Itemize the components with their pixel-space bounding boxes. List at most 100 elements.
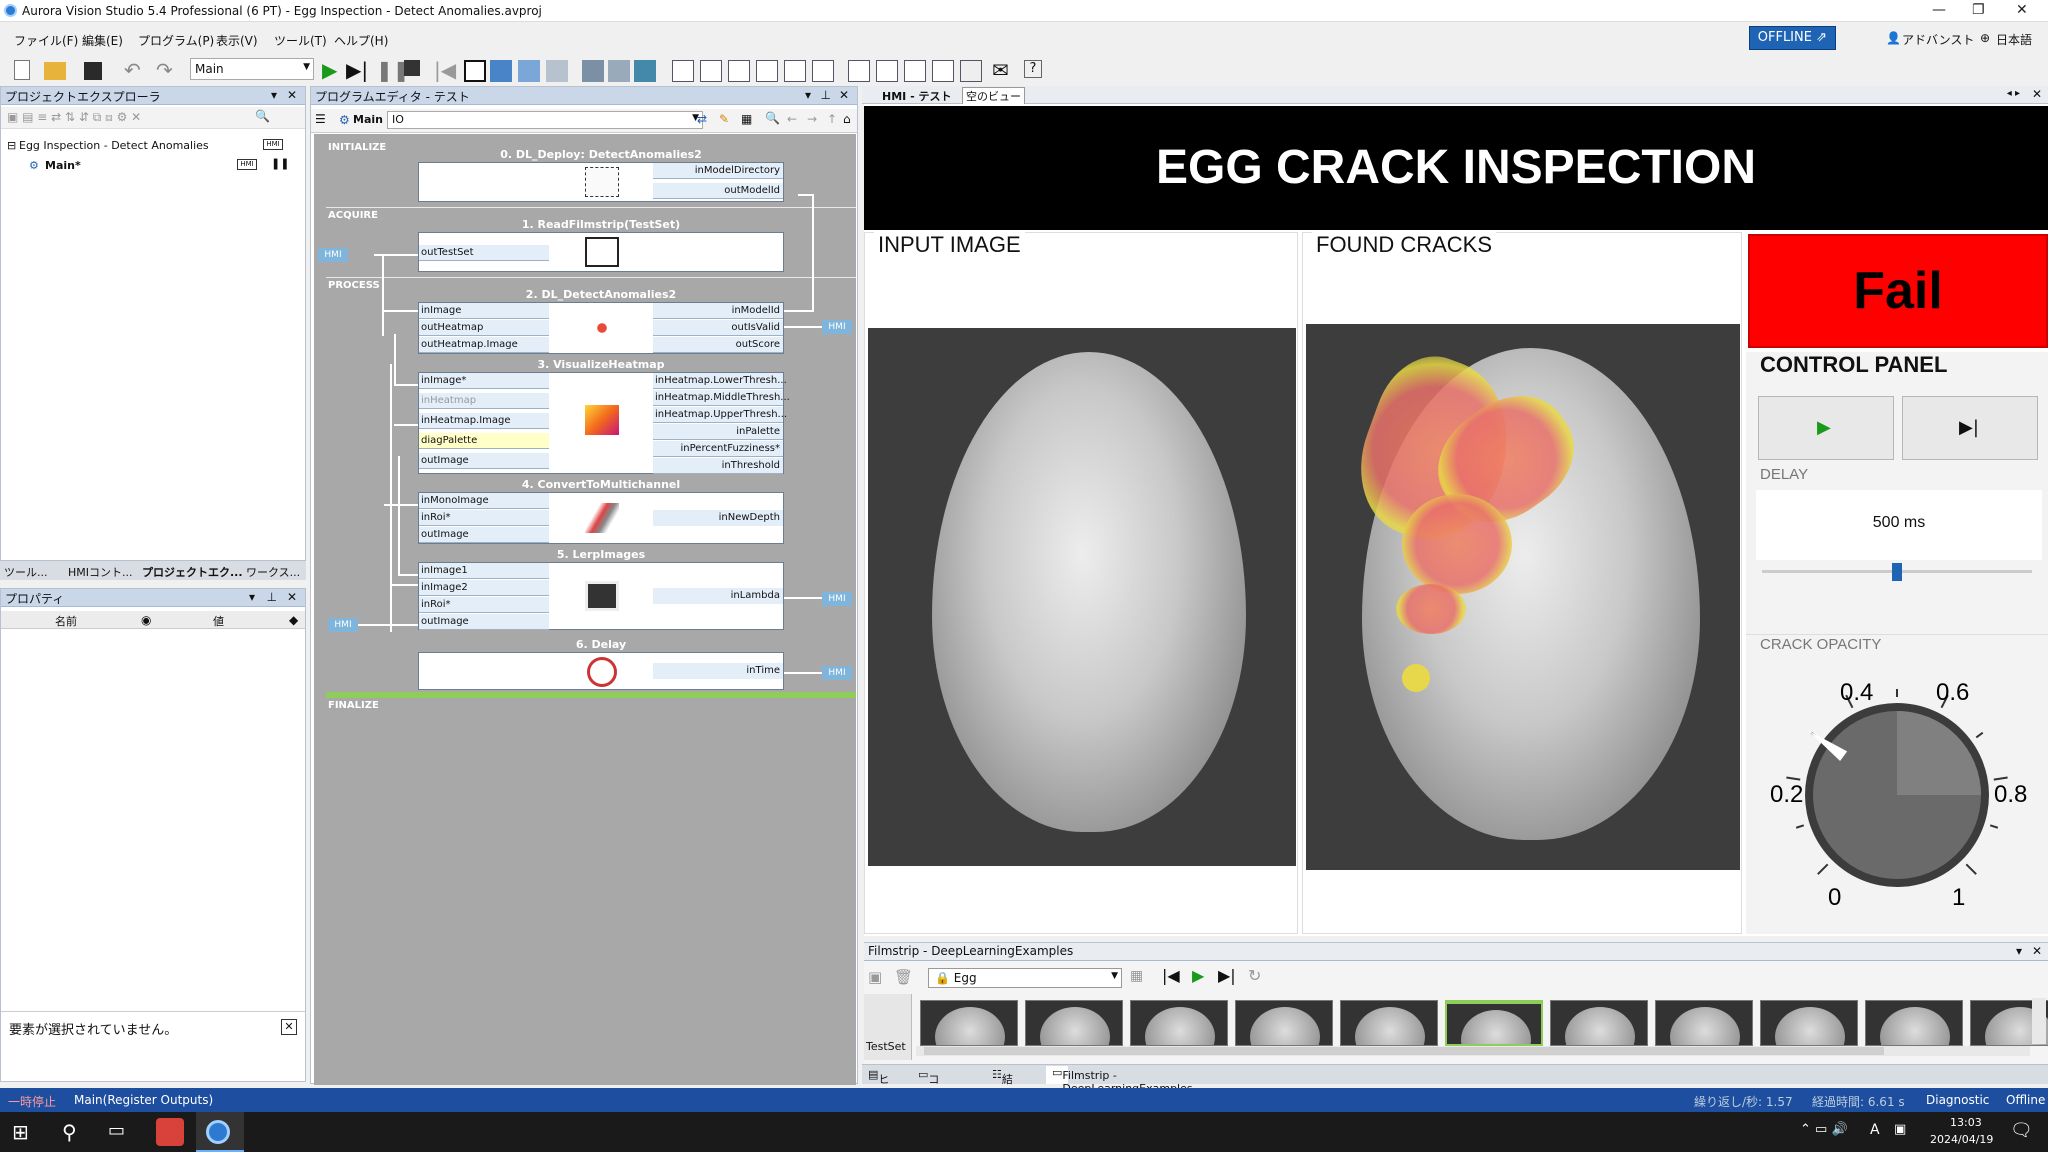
port-out-heatmap-image[interactable]: outHeatmap.Image: [419, 337, 549, 353]
restore-icon[interactable]: ❐: [1972, 2, 1985, 18]
status-diagnostic[interactable]: Diagnostic: [1926, 1093, 1989, 1107]
explorer-search-icon[interactable]: 🔍: [255, 109, 270, 123]
save-icon[interactable]: [84, 62, 102, 80]
iterate-icon[interactable]: ▶|: [346, 58, 368, 82]
properties-close-icon[interactable]: ✕: [287, 590, 297, 604]
up-icon[interactable]: ↑: [827, 112, 837, 126]
offline-button[interactable]: OFFLINE ⇗: [1748, 26, 1836, 50]
port-in-lambda[interactable]: inLambda: [653, 588, 783, 604]
menu-program[interactable]: プログラム(P): [138, 32, 214, 49]
filmstrip-thumbnail[interactable]: [920, 1000, 1018, 1046]
clock-time[interactable]: 13:03: [1950, 1116, 1982, 1129]
run-to-icon[interactable]: [546, 60, 568, 82]
port-in-image-opt[interactable]: inImage*: [419, 373, 549, 389]
filmstrip-vscroll[interactable]: [2032, 998, 2046, 1044]
view-single-icon[interactable]: [848, 60, 870, 82]
help-icon[interactable]: ?: [1024, 60, 1042, 78]
tab-results[interactable]: ☷ 結果: [992, 1068, 1013, 1102]
project-tree-root[interactable]: Egg Inspection - Detect Anomalies: [19, 139, 209, 152]
step-into-icon[interactable]: [490, 60, 512, 82]
cracks-image-view[interactable]: [1306, 324, 1740, 870]
port-in-heatmap[interactable]: inHeatmap: [419, 393, 549, 409]
tab-hmi-controls[interactable]: HMIコント...: [68, 564, 133, 580]
filmstrip-thumbnail[interactable]: [1550, 1000, 1648, 1046]
editor-search-icon[interactable]: 🔍: [765, 111, 780, 125]
menu-file[interactable]: ファイル(F): [14, 32, 78, 49]
block-delay[interactable]: inTime: [418, 652, 784, 690]
editor-menu-icon[interactable]: ▾: [805, 88, 811, 102]
block-convert-multichannel[interactable]: inMonoImage inRoi* outImage inNewDepth: [418, 492, 784, 544]
hmi-connector[interactable]: HMI: [822, 320, 852, 334]
task-view-icon[interactable]: ▭: [108, 1120, 125, 1141]
redo-icon[interactable]: ↷: [156, 58, 173, 82]
filmstrip-next-icon[interactable]: ▶|: [1218, 966, 1236, 985]
menu-help[interactable]: ヘルプ(H): [334, 32, 388, 49]
hmi-connector[interactable]: HMI: [318, 248, 348, 262]
taskbar-search-icon[interactable]: ⚲: [62, 1120, 77, 1144]
port-out-image-5[interactable]: outImage: [419, 614, 549, 630]
layout4-icon[interactable]: [756, 60, 778, 82]
step-button[interactable]: ▶|: [1902, 396, 2038, 460]
filmstrip-thumbnail[interactable]: [1760, 1000, 1858, 1046]
pin-icon[interactable]: ⊥: [267, 590, 277, 604]
tab-filmstrip[interactable]: ▭ Filmstrip - DeepLearningExamples: [1046, 1066, 1193, 1095]
tray-icons[interactable]: ⌃ ▭ 🔊: [1800, 1122, 1848, 1137]
new-file-icon[interactable]: [14, 60, 30, 80]
panel-menu-icon[interactable]: ▾: [271, 88, 277, 102]
menu-tools[interactable]: ツール(T): [274, 32, 327, 49]
port-in-roi[interactable]: inRoi*: [419, 510, 549, 526]
tab-tools[interactable]: ツール...: [4, 564, 48, 580]
filmstrip-first-icon[interactable]: |◀: [1162, 966, 1180, 985]
input-image-view[interactable]: [868, 328, 1296, 866]
run-icon[interactable]: ▶: [322, 58, 337, 82]
close-window-icon[interactable]: ✕: [2016, 2, 2028, 18]
ime-mode-icon[interactable]: ▣: [1894, 1122, 1906, 1137]
block-read-filmstrip[interactable]: outTestSet: [418, 232, 784, 272]
layout6-icon[interactable]: [812, 60, 834, 82]
tree-item-main[interactable]: Main*: [45, 159, 81, 172]
hscroll-thumb[interactable]: [924, 1047, 1884, 1055]
filmstrip-thumbnail[interactable]: [1655, 1000, 1753, 1046]
undo-icon[interactable]: ↶: [124, 58, 141, 82]
tab-project-explorer[interactable]: プロジェクトエク...: [142, 564, 243, 580]
layout1-icon[interactable]: [672, 60, 694, 82]
io-select[interactable]: IO ▼: [387, 111, 703, 129]
explorer-tool-icons[interactable]: ▣ ▤ ≡ ⇄ ⇅ ⇵ ⧉ ⧈ ⚙ ✕: [7, 110, 141, 125]
tab-hmi-test[interactable]: HMI - テスト: [882, 88, 951, 104]
tab-console[interactable]: ▭ コンソール: [918, 1068, 939, 1150]
ime-indicator[interactable]: A: [1870, 1122, 1880, 1138]
filmstrip-close-icon[interactable]: ✕: [2032, 944, 2042, 958]
forward-icon[interactable]: →: [807, 112, 817, 126]
panel-close-icon[interactable]: ✕: [287, 88, 297, 102]
filmstrip-delete-icon[interactable]: 🗑: [894, 968, 913, 986]
filmstrip-thumbnail[interactable]: [1235, 1000, 1333, 1046]
layout2-icon[interactable]: [700, 60, 722, 82]
tab-main[interactable]: Main: [353, 113, 383, 126]
grid-icon[interactable]: ▦: [741, 112, 752, 126]
filmstrip-thumbnail[interactable]: [1445, 1000, 1543, 1046]
port-out-test-set[interactable]: outTestSet: [419, 245, 549, 261]
port-middle-thresh[interactable]: inHeatmap.MiddleThresh...: [653, 390, 790, 406]
filmstrip-thumbnail[interactable]: [1340, 1000, 1438, 1046]
delay-slider-thumb[interactable]: [1892, 563, 1902, 581]
port-out-score[interactable]: outScore: [653, 337, 783, 353]
tool-scale-icon[interactable]: [608, 60, 630, 82]
port-diag-palette[interactable]: diagPalette: [419, 433, 549, 449]
open-folder-icon[interactable]: [44, 62, 66, 80]
program-select[interactable]: Main ▼: [190, 58, 314, 80]
port-in-roi-5[interactable]: inRoi*: [419, 597, 549, 613]
block-detect-anomalies[interactable]: inImage outHeatmap outHeatmap.Image inMo…: [418, 302, 784, 354]
port-out-image[interactable]: outImage: [419, 453, 549, 469]
view-hmi-icon[interactable]: [960, 60, 982, 82]
filmstrip-thumbnail[interactable]: [1130, 1000, 1228, 1046]
port-out-is-valid[interactable]: outIsValid: [653, 320, 783, 336]
step-out-icon[interactable]: [518, 60, 540, 82]
editor-pin-icon[interactable]: ⊥: [821, 88, 831, 102]
step-back-icon[interactable]: |◀: [434, 58, 456, 82]
menu-view[interactable]: 表示(V): [216, 32, 258, 49]
port-in-percent-fuzziness[interactable]: inPercentFuzziness*: [653, 441, 783, 457]
menu-edit[interactable]: 編集(E): [82, 32, 123, 49]
language-button[interactable]: 日本語: [1996, 31, 2032, 48]
swap-icon[interactable]: ⇄: [697, 112, 707, 126]
back-icon[interactable]: ←: [787, 112, 797, 126]
